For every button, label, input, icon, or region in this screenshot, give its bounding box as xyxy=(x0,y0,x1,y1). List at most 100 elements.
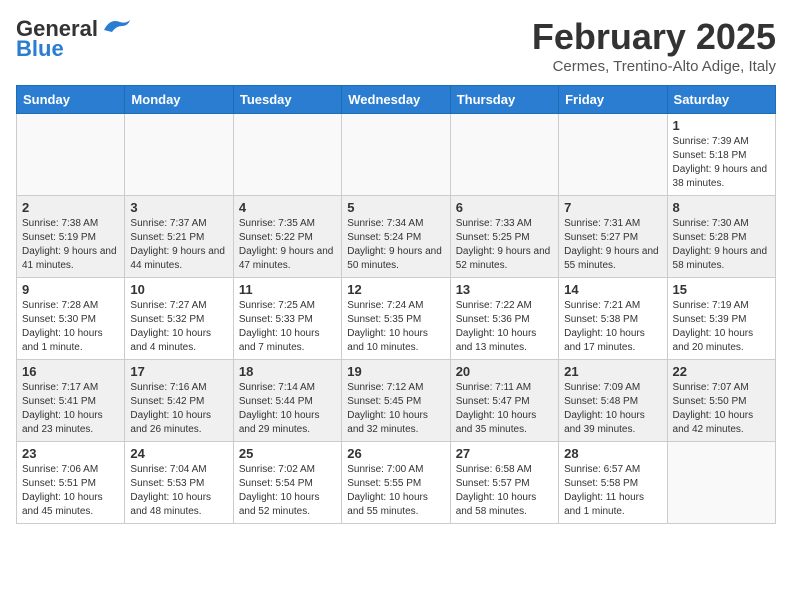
calendar-week-4: 16Sunrise: 7:17 AM Sunset: 5:41 PM Dayli… xyxy=(17,360,776,442)
day-info: Sunrise: 7:37 AM Sunset: 5:21 PM Dayligh… xyxy=(130,217,227,273)
calendar-week-5: 23 Sunrise: 7:06 AM Sunset: 5:51 PM Dayli… xyxy=(17,442,776,524)
day-info: Sunrise: 7:33 AM Sunset: 5:25 PM Dayligh… xyxy=(456,217,553,273)
day-number: 8 xyxy=(673,200,770,215)
day-number: 23 xyxy=(22,446,119,461)
table-row: 16Sunrise: 7:17 AM Sunset: 5:41 PM Dayli… xyxy=(17,360,125,442)
day-info: Sunrise: 7:25 AM Sunset: 5:33 PM Dayligh… xyxy=(239,299,336,355)
table-row: 17Sunrise: 7:16 AM Sunset: 5:42 PM Dayli… xyxy=(125,360,233,442)
table-row: 2Sunrise: 7:38 AM Sunset: 5:19 PM Daylig… xyxy=(17,196,125,278)
table-row xyxy=(17,114,125,196)
day-number: 24 xyxy=(130,446,227,461)
table-row: 28 Sunrise: 6:57 AM Sunset: 5:58 PM Dayli… xyxy=(559,442,667,524)
table-row: 5 Sunrise: 7:34 AM Sunset: 5:24 PM Daylig… xyxy=(342,196,450,278)
day-number: 4 xyxy=(239,200,336,215)
day-number: 19 xyxy=(347,364,444,379)
table-row: 13 Sunrise: 7:22 AM Sunset: 5:36 PM Dayli… xyxy=(450,278,558,360)
month-year-title: February 2025 xyxy=(532,16,776,58)
logo-bird-icon xyxy=(100,16,132,38)
day-number: 2 xyxy=(22,200,119,215)
day-number: 1 xyxy=(673,118,770,133)
calendar-header-row: Sunday Monday Tuesday Wednesday Thursday… xyxy=(17,86,776,114)
day-info: Sunrise: 7:21 AM Sunset: 5:38 PM Dayligh… xyxy=(564,299,661,355)
day-number: 27 xyxy=(456,446,553,461)
table-row xyxy=(125,114,233,196)
calendar-week-3: 9 Sunrise: 7:28 AM Sunset: 5:30 PM Daylig… xyxy=(17,278,776,360)
table-row: 8 Sunrise: 7:30 AM Sunset: 5:28 PM Daylig… xyxy=(667,196,775,278)
day-number: 13 xyxy=(456,282,553,297)
table-row: 12 Sunrise: 7:24 AM Sunset: 5:35 PM Dayli… xyxy=(342,278,450,360)
table-row: 15 Sunrise: 7:19 AM Sunset: 5:39 PM Dayli… xyxy=(667,278,775,360)
day-number: 18 xyxy=(239,364,336,379)
day-number: 25 xyxy=(239,446,336,461)
table-row: 7Sunrise: 7:31 AM Sunset: 5:27 PM Daylig… xyxy=(559,196,667,278)
title-block: February 2025 Cermes, Trentino-Alto Adig… xyxy=(532,16,776,75)
table-row: 3 Sunrise: 7:37 AM Sunset: 5:21 PM Daylig… xyxy=(125,196,233,278)
day-number: 16 xyxy=(22,364,119,379)
day-info: Sunrise: 6:57 AM Sunset: 5:58 PM Dayligh… xyxy=(564,463,661,519)
day-info: Sunrise: 6:58 AM Sunset: 5:57 PM Dayligh… xyxy=(456,463,553,519)
table-row xyxy=(559,114,667,196)
calendar-week-2: 2Sunrise: 7:38 AM Sunset: 5:19 PM Daylig… xyxy=(17,196,776,278)
col-monday: Monday xyxy=(125,86,233,114)
col-saturday: Saturday xyxy=(667,86,775,114)
table-row: 1Sunrise: 7:39 AM Sunset: 5:18 PM Daylig… xyxy=(667,114,775,196)
table-row xyxy=(667,442,775,524)
day-info: Sunrise: 7:00 AM Sunset: 5:55 PM Dayligh… xyxy=(347,463,444,519)
day-number: 22 xyxy=(673,364,770,379)
day-number: 3 xyxy=(130,200,227,215)
table-row: 20 Sunrise: 7:11 AM Sunset: 5:47 PM Dayli… xyxy=(450,360,558,442)
day-number: 28 xyxy=(564,446,661,461)
table-row: 11Sunrise: 7:25 AM Sunset: 5:33 PM Dayli… xyxy=(233,278,341,360)
day-number: 7 xyxy=(564,200,661,215)
day-number: 26 xyxy=(347,446,444,461)
col-wednesday: Wednesday xyxy=(342,86,450,114)
col-sunday: Sunday xyxy=(17,86,125,114)
day-info: Sunrise: 7:02 AM Sunset: 5:54 PM Dayligh… xyxy=(239,463,336,519)
day-info: Sunrise: 7:12 AM Sunset: 5:45 PM Dayligh… xyxy=(347,381,444,437)
day-info: Sunrise: 7:07 AM Sunset: 5:50 PM Dayligh… xyxy=(673,381,770,437)
calendar-week-1: 1Sunrise: 7:39 AM Sunset: 5:18 PM Daylig… xyxy=(17,114,776,196)
day-info: Sunrise: 7:24 AM Sunset: 5:35 PM Dayligh… xyxy=(347,299,444,355)
day-info: Sunrise: 7:27 AM Sunset: 5:32 PM Dayligh… xyxy=(130,299,227,355)
day-info: Sunrise: 7:35 AM Sunset: 5:22 PM Dayligh… xyxy=(239,217,336,273)
day-info: Sunrise: 7:04 AM Sunset: 5:53 PM Dayligh… xyxy=(130,463,227,519)
day-info: Sunrise: 7:16 AM Sunset: 5:42 PM Dayligh… xyxy=(130,381,227,437)
day-number: 20 xyxy=(456,364,553,379)
col-friday: Friday xyxy=(559,86,667,114)
day-info: Sunrise: 7:06 AM Sunset: 5:51 PM Dayligh… xyxy=(22,463,119,519)
table-row: 22 Sunrise: 7:07 AM Sunset: 5:50 PM Dayli… xyxy=(667,360,775,442)
table-row: 18 Sunrise: 7:14 AM Sunset: 5:44 PM Dayli… xyxy=(233,360,341,442)
day-number: 6 xyxy=(456,200,553,215)
day-number: 15 xyxy=(673,282,770,297)
day-number: 10 xyxy=(130,282,227,297)
day-info: Sunrise: 7:14 AM Sunset: 5:44 PM Dayligh… xyxy=(239,381,336,437)
day-info: Sunrise: 7:11 AM Sunset: 5:47 PM Dayligh… xyxy=(456,381,553,437)
day-number: 5 xyxy=(347,200,444,215)
table-row: 10 Sunrise: 7:27 AM Sunset: 5:32 PM Dayli… xyxy=(125,278,233,360)
table-row: 24 Sunrise: 7:04 AM Sunset: 5:53 PM Dayli… xyxy=(125,442,233,524)
table-row: 19 Sunrise: 7:12 AM Sunset: 5:45 PM Dayli… xyxy=(342,360,450,442)
table-row: 27 Sunrise: 6:58 AM Sunset: 5:57 PM Dayli… xyxy=(450,442,558,524)
table-row: 25 Sunrise: 7:02 AM Sunset: 5:54 PM Dayli… xyxy=(233,442,341,524)
table-row: 4 Sunrise: 7:35 AM Sunset: 5:22 PM Daylig… xyxy=(233,196,341,278)
table-row: 21Sunrise: 7:09 AM Sunset: 5:48 PM Dayli… xyxy=(559,360,667,442)
day-number: 12 xyxy=(347,282,444,297)
location-subtitle: Cermes, Trentino-Alto Adige, Italy xyxy=(532,58,776,75)
day-info: Sunrise: 7:28 AM Sunset: 5:30 PM Dayligh… xyxy=(22,299,119,355)
table-row xyxy=(450,114,558,196)
day-info: Sunrise: 7:34 AM Sunset: 5:24 PM Dayligh… xyxy=(347,217,444,273)
day-info: Sunrise: 7:09 AM Sunset: 5:48 PM Dayligh… xyxy=(564,381,661,437)
table-row: 6 Sunrise: 7:33 AM Sunset: 5:25 PM Daylig… xyxy=(450,196,558,278)
day-info: Sunrise: 7:22 AM Sunset: 5:36 PM Dayligh… xyxy=(456,299,553,355)
table-row xyxy=(342,114,450,196)
day-number: 9 xyxy=(22,282,119,297)
table-row xyxy=(233,114,341,196)
col-thursday: Thursday xyxy=(450,86,558,114)
day-info: Sunrise: 7:30 AM Sunset: 5:28 PM Dayligh… xyxy=(673,217,770,273)
day-info: Sunrise: 7:19 AM Sunset: 5:39 PM Dayligh… xyxy=(673,299,770,355)
table-row: 9 Sunrise: 7:28 AM Sunset: 5:30 PM Daylig… xyxy=(17,278,125,360)
day-number: 14 xyxy=(564,282,661,297)
logo: General Blue xyxy=(16,16,132,62)
col-tuesday: Tuesday xyxy=(233,86,341,114)
table-row: 26 Sunrise: 7:00 AM Sunset: 5:55 PM Dayli… xyxy=(342,442,450,524)
